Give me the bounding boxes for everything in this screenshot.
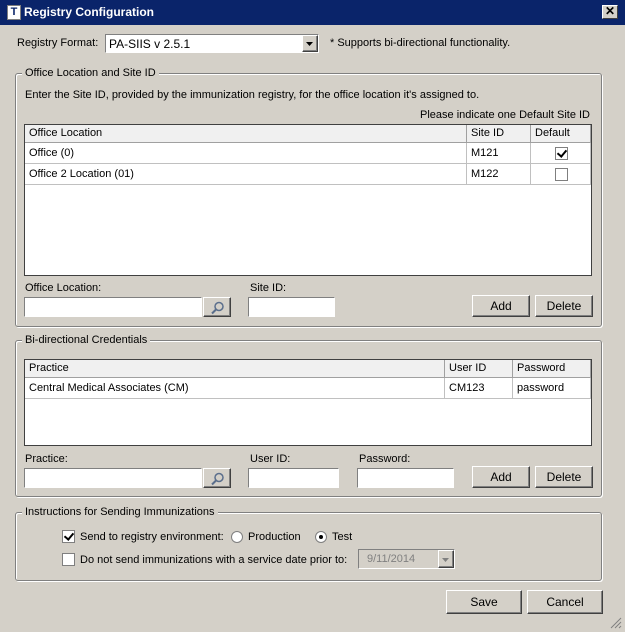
production-radio[interactable]	[231, 531, 243, 543]
practice-lookup-button[interactable]	[203, 468, 231, 488]
site-id-input[interactable]	[248, 297, 335, 317]
user-id-label: User ID:	[250, 453, 291, 465]
office-instruction: Enter the Site ID, provided by the immun…	[25, 89, 480, 101]
site-id-label: Site ID:	[250, 282, 287, 294]
office-lookup-button[interactable]	[203, 297, 231, 317]
column-header-office-location[interactable]: Office Location	[25, 125, 467, 143]
chevron-down-icon[interactable]	[438, 550, 454, 568]
column-header-practice[interactable]: Practice	[25, 360, 445, 378]
test-radio[interactable]	[315, 531, 327, 543]
default-checkbox[interactable]	[555, 147, 568, 160]
office-location-input[interactable]	[24, 297, 202, 317]
registry-format-select[interactable]: PA-SIIS v 2.5.1	[105, 34, 319, 53]
office-table: Office Location Site ID Default Office (…	[24, 124, 592, 276]
test-label: Test	[332, 531, 353, 543]
office-location-label: Office Location:	[25, 282, 102, 294]
title-bar: T Registry Configuration ✕	[0, 0, 625, 25]
column-header-site-id[interactable]: Site ID	[467, 125, 531, 143]
practice-input[interactable]	[24, 468, 202, 488]
registry-format-label: Registry Format:	[17, 37, 99, 49]
magnifier-icon	[211, 301, 224, 315]
cell-office-location[interactable]: Office (0)	[25, 143, 467, 164]
credentials-add-button[interactable]: Add	[472, 466, 530, 488]
instructions-legend: Instructions for Sending Immunizations	[22, 506, 218, 518]
credentials-delete-button[interactable]: Delete	[535, 466, 593, 488]
cell-site-id[interactable]: M122	[467, 164, 531, 185]
save-button[interactable]: Save	[446, 590, 522, 614]
window-title: Registry Configuration	[24, 5, 155, 19]
column-header-password[interactable]: Password	[513, 360, 591, 378]
magnifier-icon	[211, 472, 224, 486]
cell-site-id[interactable]: M121	[467, 143, 531, 164]
app-icon: T	[7, 5, 21, 20]
chevron-down-icon[interactable]	[302, 35, 318, 52]
credentials-table: Practice User ID Password Central Medica…	[24, 359, 592, 446]
production-label: Production	[248, 531, 301, 543]
send-checkbox[interactable]	[62, 530, 75, 543]
cell-practice[interactable]: Central Medical Associates (CM)	[25, 378, 445, 399]
cell-default[interactable]	[531, 143, 591, 164]
no-send-checkbox[interactable]	[62, 553, 75, 566]
user-id-input[interactable]	[248, 468, 339, 488]
cell-default[interactable]	[531, 164, 591, 185]
office-legend: Office Location and Site ID	[22, 67, 159, 79]
date-value: 9/11/2014	[367, 553, 416, 565]
cancel-button[interactable]: Cancel	[527, 590, 603, 614]
close-icon[interactable]: ✕	[602, 5, 618, 19]
password-label: Password:	[359, 453, 411, 465]
registry-format-value: PA-SIIS v 2.5.1	[109, 37, 191, 51]
practice-label: Practice:	[25, 453, 68, 465]
send-label: Send to registry environment:	[80, 531, 224, 543]
cell-user-id[interactable]: CM123	[445, 378, 513, 399]
date-picker[interactable]: 9/11/2014	[358, 549, 455, 569]
cell-password[interactable]: password	[513, 378, 591, 399]
column-header-user-id[interactable]: User ID	[445, 360, 513, 378]
column-header-default[interactable]: Default	[531, 125, 591, 143]
instructions-group	[15, 512, 602, 581]
default-hint: Please indicate one Default Site ID	[420, 109, 590, 121]
no-send-label: Do not send immunizations with a service…	[80, 554, 348, 566]
cell-office-location[interactable]: Office 2 Location (01)	[25, 164, 467, 185]
credentials-legend: Bi-directional Credentials	[22, 334, 151, 346]
office-delete-button[interactable]: Delete	[535, 295, 593, 317]
password-input[interactable]	[357, 468, 454, 488]
format-note: * Supports bi-directional functionality.	[330, 37, 511, 49]
default-checkbox[interactable]	[555, 168, 568, 181]
resize-grip[interactable]	[608, 615, 622, 629]
office-add-button[interactable]: Add	[472, 295, 530, 317]
